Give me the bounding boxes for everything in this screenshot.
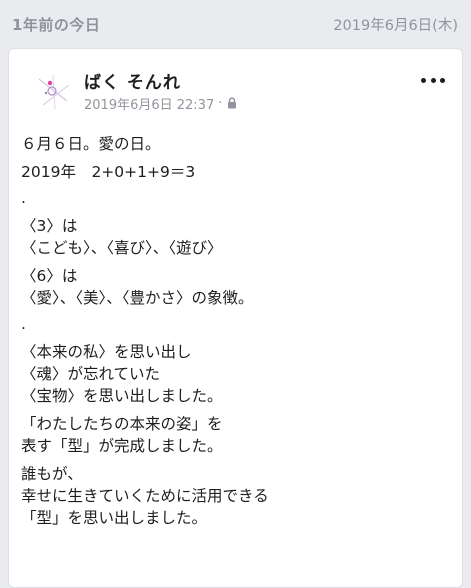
author-name[interactable]: ばく そんれ [84, 68, 181, 93]
post-dot: . [21, 189, 26, 207]
memory-title: 1年前の今日 [12, 15, 101, 34]
more-icon[interactable] [421, 74, 445, 86]
more-dot [440, 77, 445, 83]
post-paragraph: 「わたしたちの本来の姿」を 表す「型」が完成しました。 [21, 415, 223, 455]
more-dot [430, 77, 436, 83]
post-card: ばく そんれ 2019年6月6日 22:37 · ６月６日。愛の日。 2019年… [8, 48, 463, 588]
post-paragraph: 〈本来の私〉を思い出し 〈魂〉が忘れていた 〈宝物〉を思い出しました。 [21, 343, 223, 405]
post-timestamp[interactable]: 2019年6月6日 22:37 [84, 94, 214, 113]
lock-icon [227, 96, 237, 109]
memory-header: 1年前の今日 2019年6月6日(木) [0, 0, 471, 48]
avatar[interactable] [33, 71, 73, 111]
post-paragraph: 2019年 2+0+1+9＝3 [21, 163, 196, 181]
post-dot: . [21, 315, 26, 333]
post-paragraph: 誰もが、 幸せに生きていくために活用できる 「型」を思い出しました。 [21, 465, 269, 527]
meta-separator: · [218, 96, 223, 111]
post-paragraph: ６月６日。愛の日。 [21, 135, 161, 153]
post-paragraph: 〈3〉は 〈こども〉、〈喜び〉、〈遊び〉 [21, 217, 223, 257]
post-body: ６月６日。愛の日。 2019年 2+0+1+9＝3 . 〈3〉は 〈こども〉、〈… [21, 125, 451, 535]
more-dot [421, 77, 426, 83]
post-meta: 2019年6月6日 22:37 · [84, 94, 237, 113]
memory-date: 2019年6月6日(木) [333, 17, 458, 34]
post-paragraph: 〈6〉は 〈愛〉、〈美〉、〈豊かさ〉の象徴。 [21, 267, 254, 307]
